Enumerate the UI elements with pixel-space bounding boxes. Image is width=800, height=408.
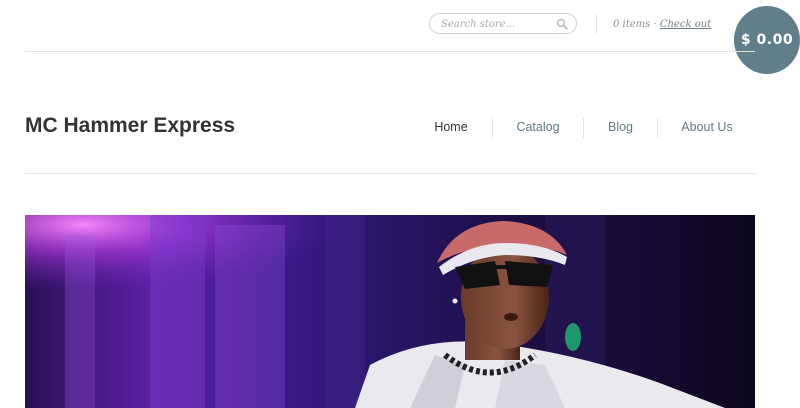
nav-item-about-us[interactable]: About Us [658,118,756,140]
top-divider [25,51,755,52]
cart-item-count: 0 items [613,19,651,30]
nav-item-blog[interactable]: Blog [584,118,657,140]
cart-total-badge[interactable]: $ 0.00 [734,6,800,74]
hero-image[interactable] [25,215,755,408]
search-icon[interactable] [556,18,568,30]
store-logo[interactable]: MC Hammer Express [25,114,235,138]
header-divider [25,173,755,174]
checkout-link[interactable]: Check out [660,19,711,30]
nav-item-catalog[interactable]: Catalog [493,118,583,140]
toolbar-divider [596,14,597,34]
nav-item-home[interactable]: Home [410,118,492,140]
hero-photo-illustration [25,215,755,408]
cart-separator: · [650,19,660,30]
search-box[interactable] [429,13,577,34]
search-input[interactable] [441,17,556,31]
cart-summary: 0 items · Check out [613,19,711,30]
main-nav: Home Catalog Blog About Us [410,118,756,140]
